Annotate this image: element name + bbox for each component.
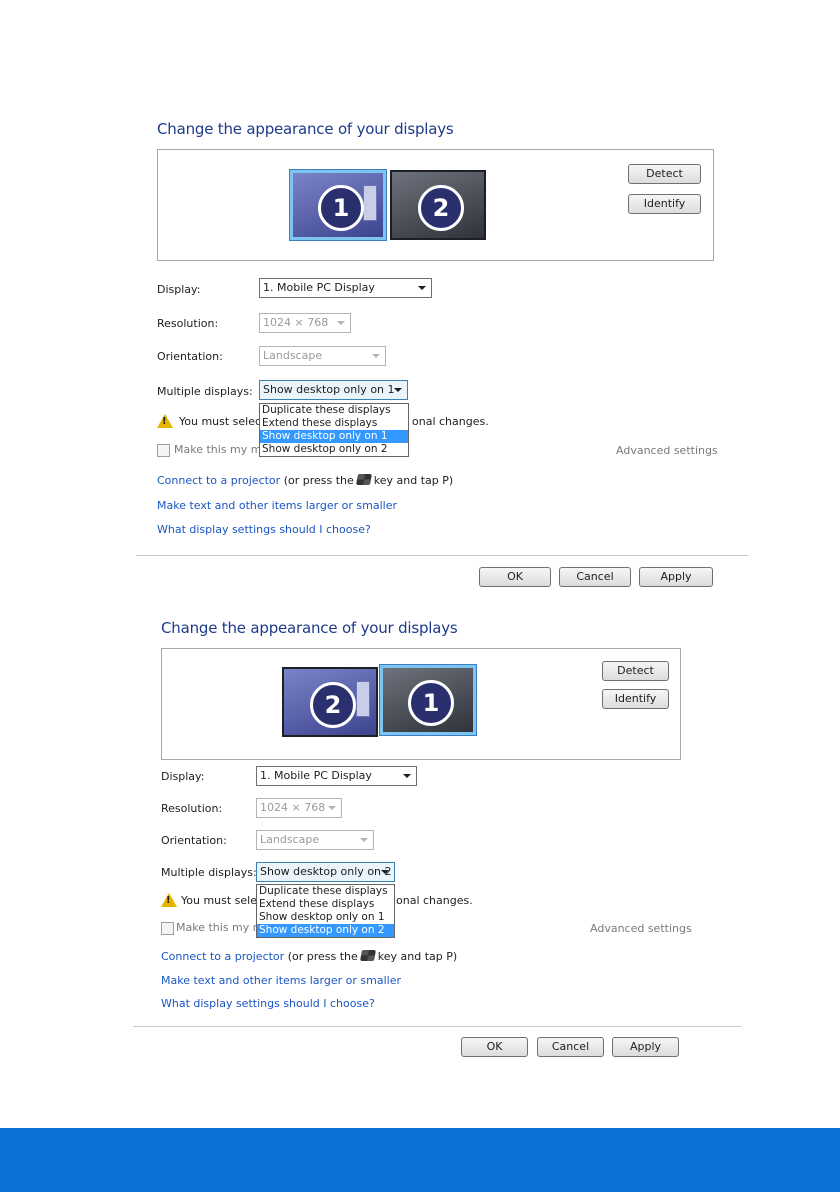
page-title: Change the appearance of your displays	[161, 619, 458, 637]
projector-hint-end: key and tap P)	[373, 474, 454, 487]
divider	[136, 555, 748, 556]
help-link[interactable]: What display settings should I choose?	[157, 523, 371, 536]
detect-button[interactable]: Detect	[602, 661, 669, 681]
multiple-displays-label: Multiple displays:	[161, 866, 257, 879]
windows-key-icon	[359, 950, 376, 961]
cancel-button[interactable]: Cancel	[559, 567, 631, 587]
chevron-down-icon	[360, 838, 368, 842]
chevron-down-icon	[394, 388, 402, 392]
projector-hint-start: (or press the	[287, 950, 358, 963]
warning-icon: !	[161, 893, 177, 907]
window-icon	[363, 185, 377, 221]
text-size-link[interactable]: Make text and other items larger or smal…	[161, 974, 401, 987]
resolution-label: Resolution:	[161, 802, 223, 815]
monitor-number-badge: 1	[408, 680, 454, 726]
monitor-preview-area: 2 1 Detect Identify	[161, 648, 681, 760]
connect-projector-link[interactable]: Connect to a projector	[161, 950, 284, 963]
resolution-select-value: 1024 × 768	[263, 316, 329, 329]
apply-button[interactable]: Apply	[639, 567, 713, 587]
main-display-checkbox-label: Make this my m	[176, 921, 264, 934]
multiple-displays-select[interactable]: Show desktop only on 1	[259, 380, 408, 400]
dropdown-option[interactable]: Show desktop only on 1	[257, 911, 394, 924]
help-link[interactable]: What display settings should I choose?	[161, 997, 375, 1010]
warning-text-end: onal changes.	[412, 415, 489, 428]
main-display-checkbox-label: Make this my m	[174, 443, 262, 456]
apply-button[interactable]: Apply	[612, 1037, 679, 1057]
warning-text-start: You must selec	[179, 415, 262, 428]
identify-button[interactable]: Identify	[628, 194, 701, 214]
chevron-down-icon	[372, 354, 380, 358]
projector-hint-end: key and tap P)	[377, 950, 458, 963]
detect-button[interactable]: Detect	[628, 164, 701, 184]
orientation-select: Landscape	[256, 830, 374, 850]
orientation-select-value: Landscape	[263, 349, 323, 362]
monitor-number-badge: 1	[318, 185, 364, 231]
connect-projector-link[interactable]: Connect to a projector	[157, 474, 280, 487]
ok-button[interactable]: OK	[479, 567, 551, 587]
window-icon	[356, 681, 370, 717]
main-display-checkbox[interactable]	[157, 444, 170, 457]
monitor-1-tile[interactable]: 1	[290, 170, 386, 240]
orientation-select-value: Landscape	[260, 833, 320, 846]
dropdown-option[interactable]: Duplicate these displays	[260, 404, 408, 417]
display-select[interactable]: 1. Mobile PC Display	[256, 766, 417, 786]
identify-button[interactable]: Identify	[602, 689, 669, 709]
display-label: Display:	[157, 283, 201, 296]
multiple-displays-select[interactable]: Show desktop only on 2	[256, 862, 395, 882]
connect-projector-row: Connect to a projector (or press the key …	[161, 950, 457, 963]
dropdown-option-selected[interactable]: Show desktop only on 1	[260, 430, 408, 443]
monitor-preview-area: 1 2 Detect Identify	[157, 149, 714, 261]
display-select-value: 1. Mobile PC Display	[260, 769, 372, 782]
resolution-select: 1024 × 768	[256, 798, 342, 818]
divider	[133, 1026, 741, 1027]
page-title: Change the appearance of your displays	[157, 120, 454, 138]
display-select[interactable]: 1. Mobile PC Display	[259, 278, 432, 298]
chevron-down-icon	[328, 806, 336, 810]
monitor-1-tile[interactable]: 1	[380, 665, 476, 735]
projector-hint-start: (or press the	[283, 474, 354, 487]
dropdown-option[interactable]: Extend these displays	[257, 898, 394, 911]
main-display-checkbox[interactable]	[161, 922, 174, 935]
footer-bar	[0, 1128, 840, 1192]
orientation-select: Landscape	[259, 346, 386, 366]
orientation-label: Orientation:	[157, 350, 223, 363]
resolution-select-value: 1024 × 768	[260, 801, 326, 814]
resolution-label: Resolution:	[157, 317, 219, 330]
connect-projector-row: Connect to a projector (or press the key …	[157, 474, 453, 487]
resolution-select: 1024 × 768	[259, 313, 351, 333]
cancel-button[interactable]: Cancel	[537, 1037, 604, 1057]
multiple-displays-dropdown: Duplicate these displays Extend these di…	[256, 884, 395, 938]
warning-text-end: onal changes.	[396, 894, 473, 907]
warning-text-start: You must selec	[181, 894, 264, 907]
warning-icon: !	[157, 414, 173, 428]
multiple-displays-label: Multiple displays:	[157, 385, 253, 398]
monitor-number-badge: 2	[310, 682, 356, 728]
multiple-displays-select-value: Show desktop only on 1	[263, 383, 395, 396]
dropdown-option-selected[interactable]: Show desktop only on 2	[257, 924, 394, 937]
display-select-value: 1. Mobile PC Display	[263, 281, 375, 294]
monitor-number-badge: 2	[418, 185, 464, 231]
text-size-link[interactable]: Make text and other items larger or smal…	[157, 499, 397, 512]
chevron-down-icon	[337, 321, 345, 325]
dropdown-option[interactable]: Duplicate these displays	[257, 885, 394, 898]
advanced-settings-link[interactable]: Advanced settings	[616, 444, 718, 457]
multiple-displays-dropdown: Duplicate these displays Extend these di…	[259, 403, 409, 457]
orientation-label: Orientation:	[161, 834, 227, 847]
ok-button[interactable]: OK	[461, 1037, 528, 1057]
multiple-displays-select-value: Show desktop only on 2	[260, 865, 392, 878]
chevron-down-icon	[403, 774, 411, 778]
chevron-down-icon	[418, 286, 426, 290]
monitor-2-tile[interactable]: 2	[282, 667, 378, 737]
dropdown-option[interactable]: Extend these displays	[260, 417, 408, 430]
display-label: Display:	[161, 770, 205, 783]
dropdown-option[interactable]: Show desktop only on 2	[260, 443, 408, 456]
monitor-2-tile[interactable]: 2	[390, 170, 486, 240]
windows-key-icon	[355, 474, 372, 485]
advanced-settings-link[interactable]: Advanced settings	[590, 922, 692, 935]
chevron-down-icon	[381, 870, 389, 874]
